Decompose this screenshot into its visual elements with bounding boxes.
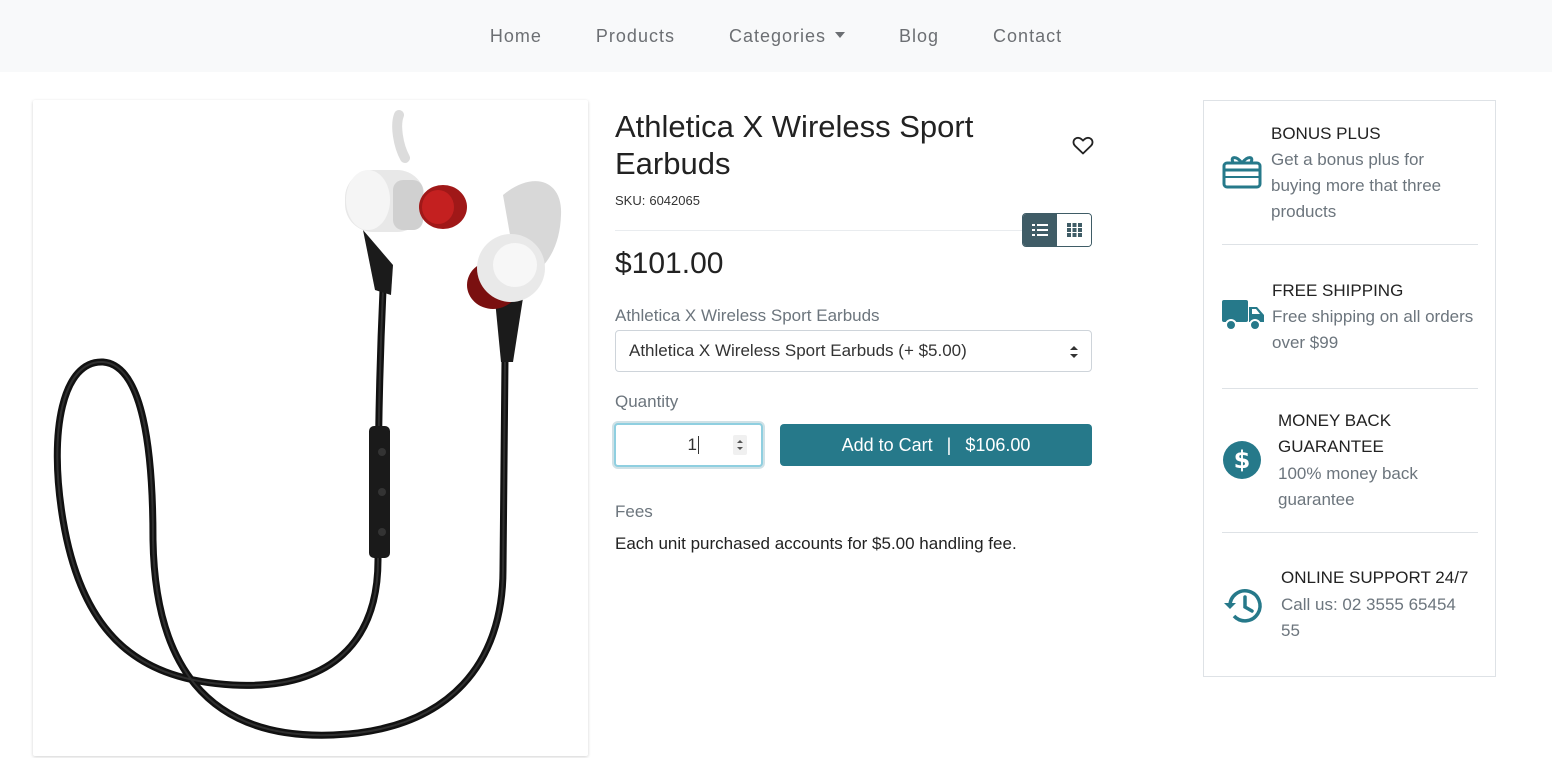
history-icon bbox=[1224, 589, 1262, 623]
product-image bbox=[53, 110, 562, 739]
sku-label: SKU: bbox=[615, 193, 646, 208]
quantity-label: Quantity bbox=[615, 392, 679, 411]
quantity-stepper[interactable]: 1 bbox=[614, 423, 763, 467]
feature-bonus-plus: BONUS PLUS Get a bonus plus for buying m… bbox=[1222, 121, 1478, 231]
feature-description: 100% money back guarantee bbox=[1278, 464, 1418, 509]
product-image-card[interactable] bbox=[33, 100, 588, 756]
heart-icon bbox=[1072, 136, 1094, 155]
dollar-circle-icon: $ bbox=[1223, 441, 1261, 479]
variant-select[interactable]: Athletica X Wireless Sport Earbuds (+ $5… bbox=[615, 330, 1092, 372]
feature-title: BONUS PLUS bbox=[1271, 124, 1381, 143]
select-arrows-icon bbox=[1070, 346, 1078, 358]
add-to-cart-button[interactable]: Add to Cart | $106.00 bbox=[780, 424, 1092, 466]
feature-money-back: $ MONEY BACK GUARANTEE 100% money back g… bbox=[1222, 408, 1478, 518]
feature-description: Get a bonus plus for buying more that th… bbox=[1271, 150, 1442, 221]
add-to-cart-label: Add to Cart bbox=[841, 434, 933, 455]
nav-link-label: Home bbox=[489, 26, 542, 46]
feature-title: ONLINE SUPPORT 24/7 bbox=[1281, 568, 1469, 587]
truck-icon bbox=[1222, 300, 1264, 331]
add-to-cart-separator: | bbox=[946, 434, 952, 455]
fees-label: Fees bbox=[615, 502, 653, 521]
product-title: Athletica X Wireless Sport Earbuds bbox=[615, 109, 974, 181]
navbar: Home Products Categories Blog Contact bbox=[0, 0, 1552, 72]
fees-description: Each unit purchased accounts for $5.00 h… bbox=[615, 534, 1017, 553]
nav-list: Home Products Categories Blog Contact bbox=[0, 0, 1552, 72]
list-view-button[interactable] bbox=[1023, 214, 1057, 246]
nav-link-label: Contact bbox=[993, 26, 1063, 46]
quantity-value: 1 bbox=[687, 435, 697, 454]
add-to-cart-total: $106.00 bbox=[965, 434, 1031, 455]
nav-link-contact[interactable]: Contact bbox=[966, 0, 1089, 72]
nav-link-label: Products bbox=[595, 26, 675, 46]
list-icon bbox=[1032, 224, 1048, 236]
nav-link-products[interactable]: Products bbox=[569, 0, 702, 72]
nav-link-blog[interactable]: Blog bbox=[872, 0, 966, 72]
nav-link-label: Categories bbox=[728, 26, 827, 46]
spinner-arrows[interactable] bbox=[733, 435, 747, 455]
nav-link-home[interactable]: Home bbox=[463, 0, 569, 72]
feature-online-support: ONLINE SUPPORT 24/7 Call us: 02 3555 654… bbox=[1222, 565, 1478, 645]
feature-title: MONEY BACK GUARANTEE bbox=[1278, 411, 1392, 456]
product-price: $101.00 bbox=[615, 247, 724, 280]
nav-link-label: Blog bbox=[899, 26, 940, 46]
divider bbox=[1222, 532, 1478, 533]
features-sidebar: BONUS PLUS Get a bonus plus for buying m… bbox=[1203, 100, 1496, 677]
text-cursor bbox=[698, 436, 699, 454]
feature-title: FREE SHIPPING bbox=[1272, 281, 1404, 300]
divider bbox=[1222, 244, 1478, 245]
variant-selected-value: Athletica X Wireless Sport Earbuds (+ $5… bbox=[629, 341, 967, 360]
feature-free-shipping: FREE SHIPPING Free shipping on all order… bbox=[1222, 278, 1478, 358]
spinner-arrows-icon bbox=[737, 440, 743, 450]
sku-value: 6042065 bbox=[649, 193, 700, 208]
view-toggle bbox=[1022, 213, 1092, 247]
gift-icon bbox=[1222, 156, 1262, 189]
caret-down-icon bbox=[835, 32, 846, 38]
divider bbox=[1222, 388, 1478, 389]
wishlist-heart-button[interactable] bbox=[1070, 133, 1096, 157]
feature-description: Call us: 02 3555 65454 55 bbox=[1281, 595, 1456, 640]
grid-icon bbox=[1066, 223, 1082, 237]
feature-description: Free shipping on all orders over $99 bbox=[1272, 307, 1474, 352]
divider bbox=[615, 230, 1092, 231]
svg-text:$: $ bbox=[1234, 446, 1251, 474]
grid-view-button[interactable] bbox=[1057, 214, 1091, 246]
product-sku: SKU: 6042065 bbox=[615, 193, 700, 208]
nav-dropdown-categories[interactable]: Categories bbox=[702, 0, 872, 72]
variant-label: Athletica X Wireless Sport Earbuds bbox=[615, 306, 880, 325]
